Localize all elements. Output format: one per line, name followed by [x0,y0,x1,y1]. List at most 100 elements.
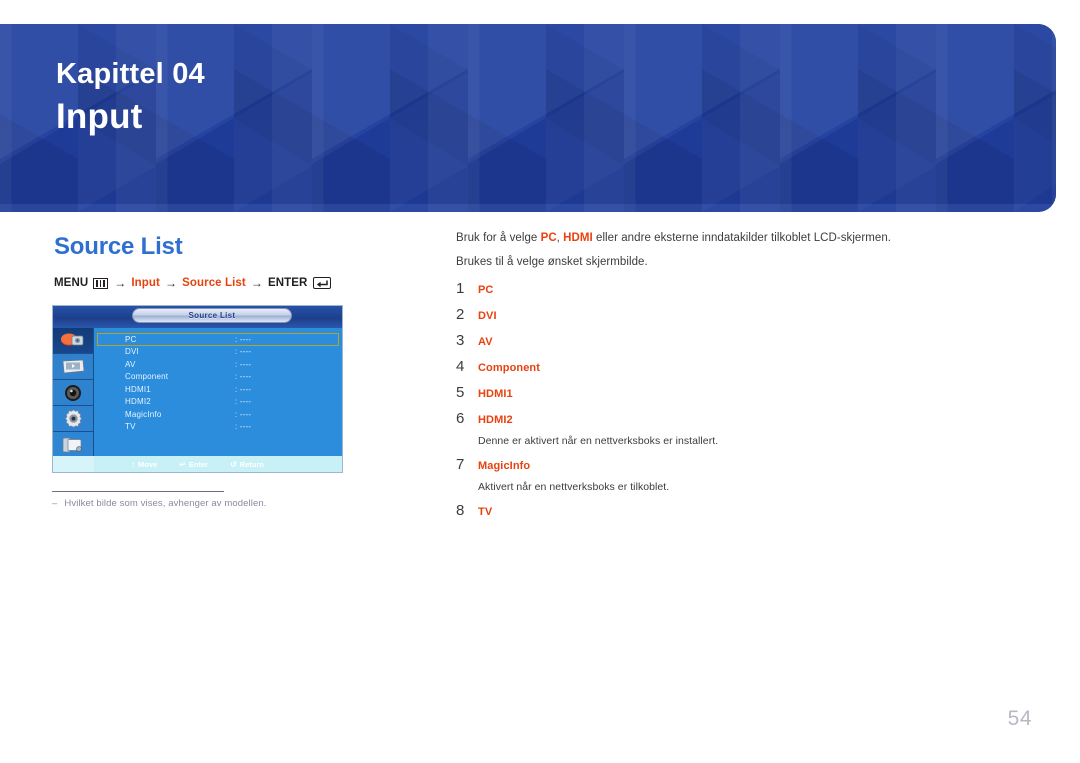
osd-hint-label: Enter [188,459,209,469]
osd-row-value: : ---- [235,359,252,369]
osd-row-hdmi2[interactable]: HDMI2 : ---- [94,396,342,409]
menu-grid-icon [93,277,109,289]
enter-label: ENTER [267,277,308,289]
list-item-number: 4 [456,358,465,375]
list-item-number: 7 [456,456,465,473]
osd-sidebar-item-setup[interactable] [53,406,93,432]
osd-hint-move: ↕ Move [131,460,157,469]
breadcrumb-step-input[interactable]: Input [131,277,160,289]
content-column: Bruk for å velge PC, HDMI eller andre ek… [456,232,1016,519]
osd-title-pill: Source List [131,308,292,323]
list-item: 8 TV [456,502,1016,519]
list-item-number: 1 [456,280,465,297]
picture-icon [62,359,84,374]
list-item-note: Denne er aktivert når en nettverksboks e… [478,435,719,447]
page-title: Source List [54,233,183,260]
footnote-text: Hvilket bilde som vises, avhenger av mod… [64,498,267,509]
osd-row-label: PC [125,334,137,344]
osd-row-value: : ---- [235,372,252,382]
breadcrumb: MENU → Input → Source List → ENTER [54,276,332,290]
footnote-divider [52,491,224,492]
list-item-number: 2 [456,306,465,323]
list-item: 6 HDMI2 [456,410,1016,427]
list-item-term: AV [478,336,493,348]
list-item-term: HDMI2 [478,414,513,426]
osd-hint-return: ↺ Return [230,460,264,469]
list-item-term: MagicInfo [478,460,531,472]
list-item-number: 3 [456,332,465,349]
osd-hint-label: Move [138,459,158,469]
osd-row-pc[interactable]: PC : ---- [97,333,339,346]
enter-icon: ↵ [179,459,186,469]
return-icon: ↺ [230,459,237,469]
list-item: 3 AV [456,332,1016,349]
osd-row-label: Component [125,372,169,382]
osd-row-value: : ---- [235,347,252,357]
list-item-number: 8 [456,502,465,519]
enter-return-icon [313,277,332,289]
osd-sidebar-item-picture[interactable] [53,354,93,380]
list-item-term: PC [478,284,494,296]
list-item: 5 HDMI1 [456,384,1016,401]
setup-gear-icon [64,409,82,428]
list-item-term: HDMI1 [478,388,513,400]
breadcrumb-arrow-2: → [164,276,178,290]
intro-paragraph-2: Brukes til å velge ønsket skjermbilde. [456,255,648,268]
input-source-icon [61,333,84,346]
list-item: 4 Component [456,358,1016,375]
osd-row-dvi[interactable]: DVI : ---- [94,346,342,359]
banner-text-block: Kapittel 04 Input [56,56,205,140]
list-item-note: Aktivert når en nettverksboks er tilkobl… [478,481,670,493]
chapter-kicker: Kapittel 04 [56,58,205,90]
sound-icon [65,384,81,401]
footnote-dash: – [52,498,58,509]
osd-row-hdmi1[interactable]: HDMI1 : ---- [94,383,342,396]
chapter-banner: Kapittel 04 Input [0,24,1056,212]
intro-text-a: Bruk for å velge [456,232,541,244]
osd-sidebar [53,328,94,458]
osd-row-tv[interactable]: TV : ---- [94,421,342,434]
osd-row-magicinfo[interactable]: MagicInfo : ---- [94,408,342,421]
osd-row-label: MagicInfo [125,409,162,419]
breadcrumb-arrow-1: → [114,276,127,290]
list-item: 1 PC [456,280,1016,297]
osd-row-value: : ---- [235,384,252,394]
breadcrumb-arrow-3: → [250,276,263,290]
breadcrumb-step-source-list[interactable]: Source List [182,277,246,289]
intro-term-hdmi: HDMI [563,232,593,244]
list-item-term: DVI [478,310,497,322]
osd-row-component[interactable]: Component : ---- [94,371,342,384]
chapter-title: Input [56,97,143,137]
osd-screenshot: Source List PC: ---- DVI: ---- AV: --… [52,305,343,473]
osd-sidebar-item-multi-control[interactable] [53,432,93,458]
osd-titlebar: Source List [53,306,342,328]
page-number: 54 [1007,707,1032,730]
intro-term-pc: PC [540,232,557,244]
osd-hint-enter: ↵ Enter [179,460,208,469]
osd-sidebar-item-input[interactable] [53,328,93,354]
osd-row-label: HDMI2 [125,397,151,407]
osd-bottom-hint-bar: ↕ Move ↵ Enter ↺ Return [53,456,342,472]
osd-title-text: Source List [188,311,236,320]
multi-control-icon [62,437,82,452]
osd-menu-list: PC : ---- DVI : ---- AV : ---- Component… [94,328,342,456]
osd-row-label: DVI [125,347,139,357]
list-item-number: 6 [456,410,465,427]
osd-hint-label: Return [239,459,264,469]
menu-label: MENU [54,277,89,289]
osd-row-value: : ---- [235,422,252,432]
osd-row-value: : ---- [235,397,252,407]
list-item: 7 MagicInfo [456,456,1016,473]
footnote: – Hvilket bilde som vises, avhenger av m… [52,498,266,509]
list-item: 2 DVI [456,306,1016,323]
list-item-term: TV [478,506,493,518]
osd-row-value: : ---- [235,334,252,344]
osd-row-label: AV [125,359,136,369]
osd-row-label: HDMI1 [125,384,151,394]
osd-row-av[interactable]: AV : ---- [94,358,342,371]
osd-sidebar-item-sound[interactable] [53,380,93,406]
list-item-term: Component [478,362,541,374]
move-arrows-icon: ↕ [131,459,136,469]
intro-text-c: eller andre eksterne inndatakilder tilko… [592,232,892,244]
list-item-number: 5 [456,384,465,401]
